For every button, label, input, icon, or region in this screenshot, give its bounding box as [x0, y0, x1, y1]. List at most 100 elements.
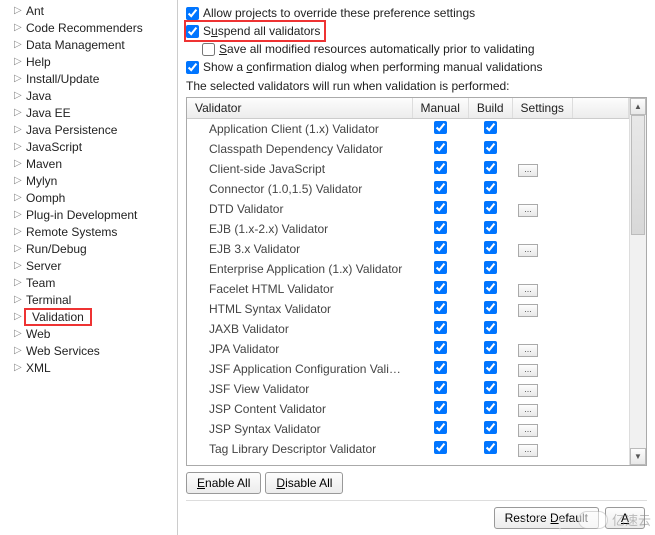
tree-item-run-debug[interactable]: ▷Run/Debug	[4, 240, 177, 257]
scroll-thumb[interactable]	[631, 115, 645, 235]
col-validator[interactable]: Validator	[187, 98, 412, 119]
table-row[interactable]: JSP Content Validator...	[187, 399, 629, 419]
tree-item-install-update[interactable]: ▷Install/Update	[4, 70, 177, 87]
tree-item-ant[interactable]: ▷Ant	[4, 2, 177, 19]
table-row[interactable]: EJB 3.x Validator...	[187, 239, 629, 259]
expand-arrow-icon[interactable]: ▷	[14, 107, 24, 118]
table-row[interactable]: JPA Validator...	[187, 339, 629, 359]
table-row[interactable]: JAXB Validator	[187, 319, 629, 339]
col-settings[interactable]: Settings	[512, 98, 572, 119]
manual-checkbox[interactable]	[434, 241, 447, 254]
settings-button[interactable]: ...	[518, 304, 538, 317]
expand-arrow-icon[interactable]: ▷	[14, 277, 24, 288]
tree-item-data-management[interactable]: ▷Data Management	[4, 36, 177, 53]
expand-arrow-icon[interactable]: ▷	[14, 141, 24, 152]
manual-checkbox[interactable]	[434, 361, 447, 374]
checkbox-allow-override[interactable]	[186, 7, 199, 20]
table-row[interactable]: JSF View Validator...	[187, 379, 629, 399]
tree-item-oomph[interactable]: ▷Oomph	[4, 189, 177, 206]
expand-arrow-icon[interactable]: ▷	[14, 311, 24, 322]
tree-item-code-recommenders[interactable]: ▷Code Recommenders	[4, 19, 177, 36]
checkbox-show-conf[interactable]	[186, 61, 199, 74]
expand-arrow-icon[interactable]: ▷	[14, 260, 24, 271]
table-row[interactable]: HTML Syntax Validator...	[187, 299, 629, 319]
tree-item-help[interactable]: ▷Help	[4, 53, 177, 70]
table-row[interactable]: Tag Library Descriptor Validator...	[187, 439, 629, 459]
table-row[interactable]: EJB (1.x-2.x) Validator	[187, 219, 629, 239]
tree-item-maven[interactable]: ▷Maven	[4, 155, 177, 172]
expand-arrow-icon[interactable]: ▷	[14, 56, 24, 67]
tree-item-java-ee[interactable]: ▷Java EE	[4, 104, 177, 121]
settings-button[interactable]: ...	[518, 244, 538, 257]
manual-checkbox[interactable]	[434, 341, 447, 354]
manual-checkbox[interactable]	[434, 441, 447, 454]
build-checkbox[interactable]	[484, 261, 497, 274]
tree-item-remote-systems[interactable]: ▷Remote Systems	[4, 223, 177, 240]
build-checkbox[interactable]	[484, 441, 497, 454]
build-checkbox[interactable]	[484, 221, 497, 234]
build-checkbox[interactable]	[484, 381, 497, 394]
opt-show-confirmation[interactable]: Show a confirmation dialog when performi…	[186, 58, 647, 76]
col-build[interactable]: Build	[468, 98, 512, 119]
settings-button[interactable]: ...	[518, 284, 538, 297]
expand-arrow-icon[interactable]: ▷	[14, 90, 24, 101]
manual-checkbox[interactable]	[434, 281, 447, 294]
settings-button[interactable]: ...	[518, 444, 538, 457]
build-checkbox[interactable]	[484, 161, 497, 174]
tree-item-web-services[interactable]: ▷Web Services	[4, 342, 177, 359]
expand-arrow-icon[interactable]: ▷	[14, 226, 24, 237]
manual-checkbox[interactable]	[434, 201, 447, 214]
build-checkbox[interactable]	[484, 301, 497, 314]
settings-button[interactable]: ...	[518, 404, 538, 417]
build-checkbox[interactable]	[484, 181, 497, 194]
tree-item-javascript[interactable]: ▷JavaScript	[4, 138, 177, 155]
col-manual[interactable]: Manual	[412, 98, 468, 119]
expand-arrow-icon[interactable]: ▷	[14, 362, 24, 373]
manual-checkbox[interactable]	[434, 381, 447, 394]
table-row[interactable]: Classpath Dependency Validator	[187, 139, 629, 159]
tree-item-java-persistence[interactable]: ▷Java Persistence	[4, 121, 177, 138]
expand-arrow-icon[interactable]: ▷	[14, 209, 24, 220]
expand-arrow-icon[interactable]: ▷	[14, 5, 24, 16]
expand-arrow-icon[interactable]: ▷	[14, 328, 24, 339]
enable-all-button[interactable]: Enable All	[186, 472, 261, 494]
manual-checkbox[interactable]	[434, 401, 447, 414]
table-row[interactable]: Connector (1.0,1.5) Validator	[187, 179, 629, 199]
build-checkbox[interactable]	[484, 281, 497, 294]
manual-checkbox[interactable]	[434, 421, 447, 434]
opt-suspend-validators[interactable]: Suspend all validators	[186, 22, 324, 40]
tree-item-java[interactable]: ▷Java	[4, 87, 177, 104]
opt-allow-override[interactable]: Allow projects to override these prefere…	[186, 4, 647, 22]
expand-arrow-icon[interactable]: ▷	[14, 22, 24, 33]
settings-button[interactable]: ...	[518, 424, 538, 437]
manual-checkbox[interactable]	[434, 181, 447, 194]
expand-arrow-icon[interactable]: ▷	[14, 345, 24, 356]
expand-arrow-icon[interactable]: ▷	[14, 39, 24, 50]
scroll-up-icon[interactable]: ▲	[630, 98, 646, 115]
build-checkbox[interactable]	[484, 141, 497, 154]
tree-item-server[interactable]: ▷Server	[4, 257, 177, 274]
expand-arrow-icon[interactable]: ▷	[14, 124, 24, 135]
settings-button[interactable]: ...	[518, 364, 538, 377]
table-scrollbar[interactable]: ▲ ▼	[629, 98, 646, 465]
tree-item-validation[interactable]: ▷Validation	[4, 308, 177, 325]
tree-item-plug-in-development[interactable]: ▷Plug-in Development	[4, 206, 177, 223]
table-row[interactable]: JSF Application Configuration Valida....…	[187, 359, 629, 379]
manual-checkbox[interactable]	[434, 301, 447, 314]
scroll-down-icon[interactable]: ▼	[630, 448, 646, 465]
expand-arrow-icon[interactable]: ▷	[14, 243, 24, 254]
manual-checkbox[interactable]	[434, 321, 447, 334]
build-checkbox[interactable]	[484, 241, 497, 254]
expand-arrow-icon[interactable]: ▷	[14, 73, 24, 84]
table-row[interactable]: Application Client (1.x) Validator	[187, 119, 629, 140]
manual-checkbox[interactable]	[434, 121, 447, 134]
checkbox-suspend[interactable]	[186, 25, 199, 38]
tree-item-team[interactable]: ▷Team	[4, 274, 177, 291]
settings-button[interactable]: ...	[518, 204, 538, 217]
opt-save-modified[interactable]: Save all modified resources automaticall…	[202, 40, 647, 58]
tree-item-terminal[interactable]: ▷Terminal	[4, 291, 177, 308]
table-row[interactable]: DTD Validator...	[187, 199, 629, 219]
build-checkbox[interactable]	[484, 341, 497, 354]
table-row[interactable]: Enterprise Application (1.x) Validator	[187, 259, 629, 279]
build-checkbox[interactable]	[484, 401, 497, 414]
